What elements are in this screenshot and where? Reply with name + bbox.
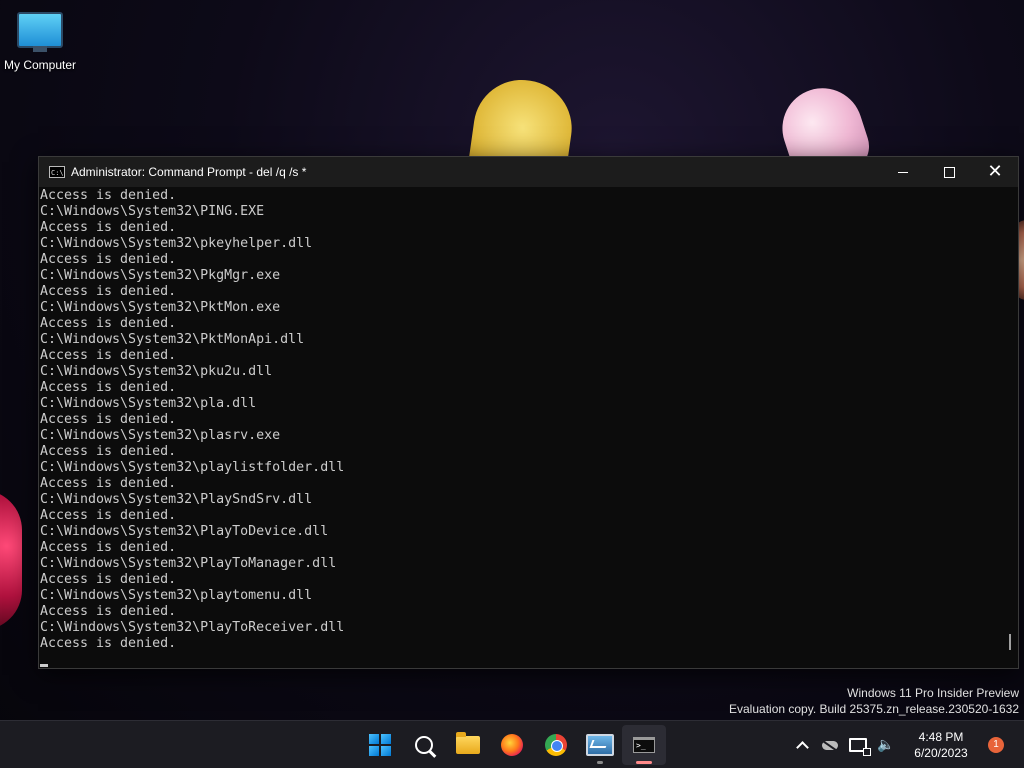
- console-line: C:\Windows\System32\PlayToReceiver.dll: [40, 620, 345, 635]
- console-output[interactable]: Access is denied. C:\Windows\System32\PIN…: [39, 187, 1002, 668]
- minimize-button[interactable]: [880, 157, 926, 187]
- console-line: C:\Windows\System32\pkeyhelper.dll: [40, 236, 313, 251]
- performance-monitor-button[interactable]: [578, 725, 622, 765]
- firefox-icon: [501, 734, 523, 756]
- console-line: Access is denied.: [40, 188, 177, 203]
- clock[interactable]: 4:48 PM 6/20/2023: [900, 729, 982, 761]
- watermark-line-2: Evaluation copy. Build 25375.zn_release.…: [729, 702, 1019, 716]
- console-line: Access is denied.: [40, 604, 177, 619]
- firefox-button[interactable]: [490, 725, 534, 765]
- console-line: C:\Windows\System32\pku2u.dll: [40, 364, 273, 379]
- running-indicator: [597, 761, 603, 764]
- clock-date: 6/20/2023: [914, 746, 968, 760]
- chrome-icon: [545, 734, 567, 756]
- network-button[interactable]: [844, 725, 872, 765]
- console-line: C:\Windows\System32\PlayToDevice.dll: [40, 524, 329, 539]
- console-line: Access is denied.: [40, 284, 177, 299]
- chrome-button[interactable]: [534, 725, 578, 765]
- taskbar-apps: >_: [358, 721, 666, 768]
- console-line: Access is denied.: [40, 348, 177, 363]
- notification-badge[interactable]: 1: [988, 737, 1004, 753]
- console-line: C:\Windows\System32\playtomenu.dll: [40, 588, 313, 603]
- console-line: Access is denied.: [40, 508, 177, 523]
- text-cursor: [40, 664, 48, 667]
- console-line: Access is denied.: [40, 252, 177, 267]
- watermark-line-1: Windows 11 Pro Insider Preview: [847, 686, 1019, 700]
- console-line: C:\Windows\System32\playlistfolder.dll: [40, 460, 345, 475]
- vertical-scrollbar[interactable]: [1002, 187, 1018, 668]
- maximize-icon: [943, 166, 955, 178]
- console-line: C:\Windows\System32\PlaySndSrv.dll: [40, 492, 313, 507]
- cloud-offline-icon: [822, 740, 838, 750]
- console-line: C:\Windows\System32\PktMonApi.dll: [40, 332, 305, 347]
- console-line: Access is denied.: [40, 476, 177, 491]
- console-line: Access is denied.: [40, 444, 177, 459]
- cmd-app-icon: C:\: [49, 166, 65, 178]
- console-line: C:\Windows\System32\PlayToManager.dll: [40, 556, 337, 571]
- close-icon: ✕: [987, 161, 1003, 182]
- windows-logo-icon: [369, 734, 391, 756]
- console-line: C:\Windows\System32\PktMon.exe: [40, 300, 281, 315]
- monitor-chart-icon: [586, 734, 614, 756]
- active-indicator: [636, 761, 652, 764]
- close-button[interactable]: ✕: [972, 157, 1018, 187]
- chevron-up-icon: [795, 740, 809, 754]
- volume-button[interactable]: 🔈: [872, 725, 900, 765]
- folder-icon: [456, 732, 480, 754]
- file-explorer-button[interactable]: [446, 725, 490, 765]
- desktop-icon-my-computer[interactable]: My Computer: [0, 8, 80, 72]
- wallpaper-shape-red: [0, 490, 22, 630]
- system-tray: 🔈 4:48 PM 6/20/2023 1: [788, 721, 1024, 768]
- monitor-icon: [17, 12, 63, 52]
- console-line: C:\Windows\System32\PkgMgr.exe: [40, 268, 281, 283]
- command-prompt-window[interactable]: C:\ Administrator: Command Prompt - del …: [38, 156, 1019, 669]
- scrollbar-thumb[interactable]: [1009, 634, 1011, 650]
- console-line: Access is denied.: [40, 636, 177, 651]
- window-titlebar[interactable]: C:\ Administrator: Command Prompt - del …: [39, 157, 1018, 187]
- console-line: Access is denied.: [40, 572, 177, 587]
- desktop-icon-label: My Computer: [3, 58, 77, 72]
- console-line: Access is denied.: [40, 220, 177, 235]
- search-icon: [415, 736, 433, 754]
- search-button[interactable]: [402, 725, 446, 765]
- console-line: Access is denied.: [40, 540, 177, 555]
- onedrive-button[interactable]: [816, 725, 844, 765]
- console-line: C:\Windows\System32\PING.EXE: [40, 204, 265, 219]
- console-line: Access is denied.: [40, 380, 177, 395]
- clock-time: 4:48 PM: [918, 730, 964, 744]
- minimize-icon: [898, 171, 908, 173]
- command-prompt-taskbar-button[interactable]: >_: [622, 725, 666, 765]
- window-title: Administrator: Command Prompt - del /q /…: [71, 165, 307, 179]
- taskbar: >_ 🔈 4:48 PM 6/20/2023 1: [0, 720, 1024, 768]
- console-line: Access is denied.: [40, 412, 177, 427]
- speaker-icon: 🔈: [877, 737, 895, 753]
- show-hidden-icons-button[interactable]: [788, 725, 816, 765]
- maximize-button[interactable]: [926, 157, 972, 187]
- console-line: C:\Windows\System32\plasrv.exe: [40, 428, 281, 443]
- start-button[interactable]: [358, 725, 402, 765]
- console-line: Access is denied.: [40, 316, 177, 331]
- network-icon: [849, 738, 871, 756]
- terminal-icon: >_: [633, 737, 655, 753]
- console-line: C:\Windows\System32\pla.dll: [40, 396, 257, 411]
- evaluation-watermark: Windows 11 Pro Insider Preview Evaluatio…: [729, 685, 1019, 717]
